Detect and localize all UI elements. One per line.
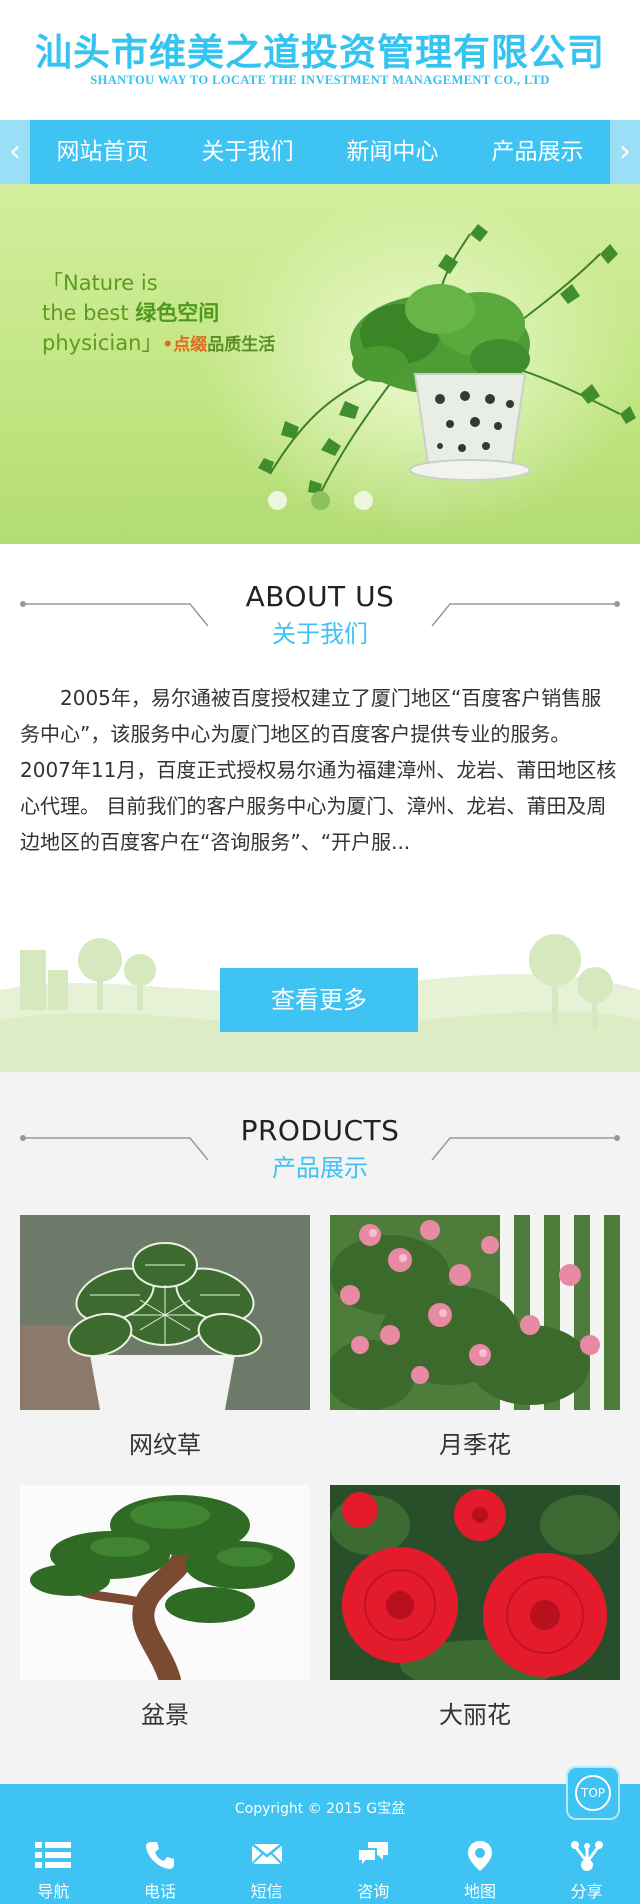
about-heading: ABOUT US 关于我们 <box>0 580 640 650</box>
slider-dots <box>0 491 640 511</box>
products-heading: PRODUCTS 产品展示 <box>0 1114 640 1184</box>
bottom-toolbar: 导航 电话 短信 咨询 地图 分享 <box>0 1834 640 1904</box>
slider-dot-1[interactable] <box>267 491 287 510</box>
product-image[interactable] <box>330 1485 620 1680</box>
product-image[interactable] <box>330 1215 620 1410</box>
nav-item-about[interactable]: 关于我们 <box>175 120 320 184</box>
bar-label: 分享 <box>570 1882 603 1901</box>
bracket-close: 」 <box>141 331 163 355</box>
mail-icon <box>213 1840 320 1874</box>
nav-items: 网站首页 关于我们 新闻中心 产品展示 <box>30 120 610 184</box>
read-more-button[interactable]: 查看更多 <box>220 968 418 1032</box>
main-nav: ‹ 网站首页 关于我们 新闻中心 产品展示 › <box>0 120 640 184</box>
product-card[interactable]: 盆景 <box>20 1485 310 1750</box>
bar-item-consult[interactable]: 咨询 <box>320 1834 427 1904</box>
product-card[interactable]: 大丽花 <box>330 1485 620 1750</box>
bar-label: 咨询 <box>357 1882 390 1901</box>
products-title-cn: 产品展示 <box>272 1154 368 1182</box>
slogan-line-2-en: the best <box>42 301 136 325</box>
map-pin-icon <box>427 1840 534 1874</box>
nav-prev-arrow-icon[interactable]: ‹ <box>0 120 30 184</box>
product-name[interactable]: 盆景 <box>20 1680 310 1750</box>
site-header: 汕头市维美之道投资管理有限公司 SHANTOU WAY TO LOCATE TH… <box>0 0 640 120</box>
hero-banner[interactable]: 「Nature is the best 绿色空间 physician」•点缀品质… <box>0 184 640 544</box>
product-name[interactable]: 网纹草 <box>20 1410 310 1480</box>
products-title-en: PRODUCTS <box>240 1114 400 1147</box>
chat-icon <box>320 1840 427 1874</box>
product-image[interactable] <box>20 1485 310 1680</box>
bar-item-sms[interactable]: 短信 <box>213 1834 320 1904</box>
nav-item-news[interactable]: 新闻中心 <box>320 120 465 184</box>
about-title-en: ABOUT US <box>245 580 395 613</box>
footer-copyright: Copyright © 2015 G宝盆 <box>0 1784 640 1834</box>
slider-dot-3[interactable] <box>353 491 373 510</box>
product-name[interactable]: 月季花 <box>330 1410 620 1480</box>
top-label: TOP <box>575 1775 611 1811</box>
company-name-cn[interactable]: 汕头市维美之道投资管理有限公司 <box>0 22 640 76</box>
back-to-top-button[interactable]: TOP <box>566 1766 620 1820</box>
product-card[interactable]: 网纹草 <box>20 1215 310 1480</box>
menu-icon <box>0 1840 107 1874</box>
bar-label: 导航 <box>37 1882 70 1901</box>
potted-plant-image <box>258 224 636 495</box>
bar-label: 短信 <box>250 1882 283 1901</box>
share-icon <box>533 1840 640 1874</box>
slogan-dot: • <box>162 335 174 355</box>
bar-item-navigation[interactable]: 导航 <box>0 1834 107 1904</box>
product-image[interactable] <box>20 1215 310 1410</box>
phone-icon <box>107 1840 214 1874</box>
bar-item-phone[interactable]: 电话 <box>107 1834 214 1904</box>
bar-item-map[interactable]: 地图 <box>427 1834 534 1904</box>
bar-item-share[interactable]: 分享 <box>533 1834 640 1904</box>
bar-label: 地图 <box>463 1882 496 1901</box>
about-title-cn: 关于我们 <box>272 620 368 648</box>
bar-label: 电话 <box>143 1882 176 1901</box>
slider-dot-2[interactable] <box>310 491 330 510</box>
slogan-line-1: Nature is <box>63 271 158 295</box>
product-name[interactable]: 大丽花 <box>330 1680 620 1750</box>
product-card[interactable]: 月季花 <box>330 1215 620 1480</box>
bracket-open: 「 <box>42 271 63 295</box>
company-name-en: SHANTOU WAY TO LOCATE THE INVESTMENT MAN… <box>90 73 550 87</box>
nav-next-arrow-icon[interactable]: › <box>610 120 640 184</box>
slogan-line-2-cn: 绿色空间 <box>135 301 220 325</box>
nav-item-products[interactable]: 产品展示 <box>465 120 610 184</box>
about-text: 2005年，易尔通被百度授权建立了厦门地区“百度客户销售服务中心”，该服务中心为… <box>20 686 617 854</box>
slogan-line-3-orange: 点缀 <box>173 335 208 355</box>
nav-item-home[interactable]: 网站首页 <box>30 120 175 184</box>
slogan-line-3-en: physician <box>42 331 142 355</box>
